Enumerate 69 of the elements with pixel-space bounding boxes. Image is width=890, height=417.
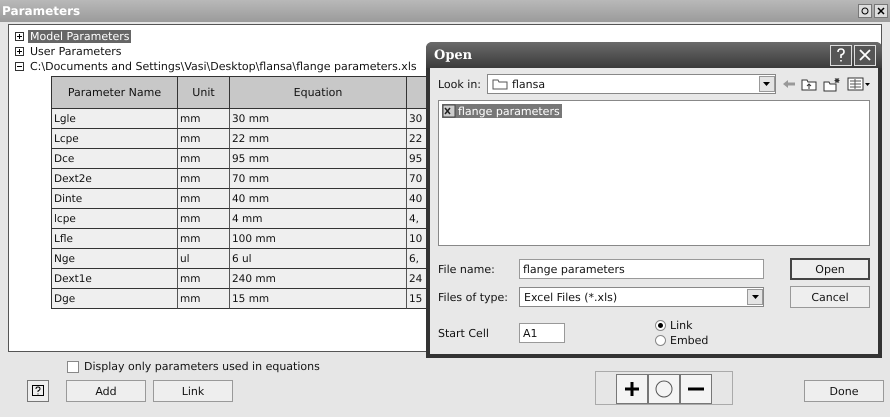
- table-cell: Dge: [52, 289, 178, 309]
- table-cell: mm: [178, 269, 230, 289]
- checkbox[interactable]: [67, 360, 79, 372]
- table-cell: mm: [178, 189, 230, 209]
- open-button[interactable]: Open: [790, 258, 870, 280]
- start-cell-label: Start Cell: [438, 326, 490, 340]
- table-cell: 6 ul: [230, 249, 407, 269]
- table-cell: mm: [178, 289, 230, 309]
- table-cell: Dinte: [52, 189, 178, 209]
- table-cell: Dext1e: [52, 269, 178, 289]
- expand-icon[interactable]: [15, 32, 24, 41]
- column-header[interactable]: Unit: [178, 76, 230, 109]
- table-cell: mm: [178, 229, 230, 249]
- view-menu-icon[interactable]: [846, 77, 870, 91]
- radio-icon[interactable]: [655, 335, 666, 346]
- column-header[interactable]: Equation: [230, 76, 407, 109]
- folder-icon: [492, 78, 508, 90]
- file-item[interactable]: flange parameters: [442, 104, 562, 118]
- help-icon[interactable]: [830, 44, 852, 66]
- table-cell: Lgle: [52, 109, 178, 129]
- file-type-dropdown[interactable]: Excel Files (*.xls): [519, 287, 764, 307]
- table-cell: lcpe: [52, 209, 178, 229]
- tree-item[interactable]: Model Parameters: [28, 30, 132, 43]
- table-cell: mm: [178, 149, 230, 169]
- look-in-label: Look in:: [438, 78, 481, 90]
- cancel-button[interactable]: Cancel: [790, 286, 870, 308]
- dialog-title: Open: [434, 48, 472, 62]
- help-icon: [32, 385, 44, 397]
- tree-item[interactable]: C:\Documents and Settings\Vasi\Desktop\flansa\flange parameters.xls: [28, 60, 419, 73]
- table-cell: 30 mm: [230, 109, 407, 129]
- table-cell: mm: [178, 129, 230, 149]
- table-cell: 240 mm: [230, 269, 407, 289]
- new-folder-icon[interactable]: [822, 76, 841, 92]
- file-name-field[interactable]: flange parameters: [519, 259, 764, 279]
- table-cell: 70 mm: [230, 169, 407, 189]
- table-cell: 15 mm: [230, 289, 407, 309]
- help-button[interactable]: [27, 380, 49, 402]
- table-cell: mm: [178, 209, 230, 229]
- start-cell-field[interactable]: A1: [519, 323, 565, 343]
- table-cell: 95 mm: [230, 149, 407, 169]
- minus-icon[interactable]: [680, 374, 712, 404]
- plus-icon[interactable]: [616, 374, 648, 404]
- table-cell: 22 mm: [230, 129, 407, 149]
- done-button[interactable]: Done: [804, 380, 884, 402]
- collapse-icon[interactable]: [15, 62, 24, 71]
- dialog-button[interactable]: Add: [66, 380, 146, 402]
- look-in-dropdown[interactable]: flansa: [487, 74, 776, 94]
- table-cell: ul: [178, 249, 230, 269]
- table-cell: Nge: [52, 249, 178, 269]
- table-cell: 4 mm: [230, 209, 407, 229]
- radio-icon[interactable]: [655, 320, 666, 331]
- close-icon[interactable]: [874, 4, 888, 18]
- table-cell: 100 mm: [230, 229, 407, 249]
- up-folder-icon[interactable]: [801, 77, 817, 91]
- checkbox-label: Display only parameters used in equations: [84, 360, 320, 373]
- radio-option[interactable]: Link: [655, 318, 708, 333]
- tree-item[interactable]: User Parameters: [28, 45, 124, 58]
- table-cell: Dext2e: [52, 169, 178, 189]
- table-cell: 40 mm: [230, 189, 407, 209]
- column-header[interactable]: Parameter Name: [52, 76, 178, 109]
- expand-icon[interactable]: [15, 47, 24, 56]
- radio-option[interactable]: Embed: [655, 333, 708, 348]
- table-cell: Dce: [52, 149, 178, 169]
- window-title: Parameters: [2, 4, 80, 18]
- table-cell: mm: [178, 109, 230, 129]
- dialog-button[interactable]: Link: [153, 380, 233, 402]
- table-cell: Lcpe: [52, 129, 178, 149]
- table-cell: mm: [178, 169, 230, 189]
- table-cell: Lfle: [52, 229, 178, 249]
